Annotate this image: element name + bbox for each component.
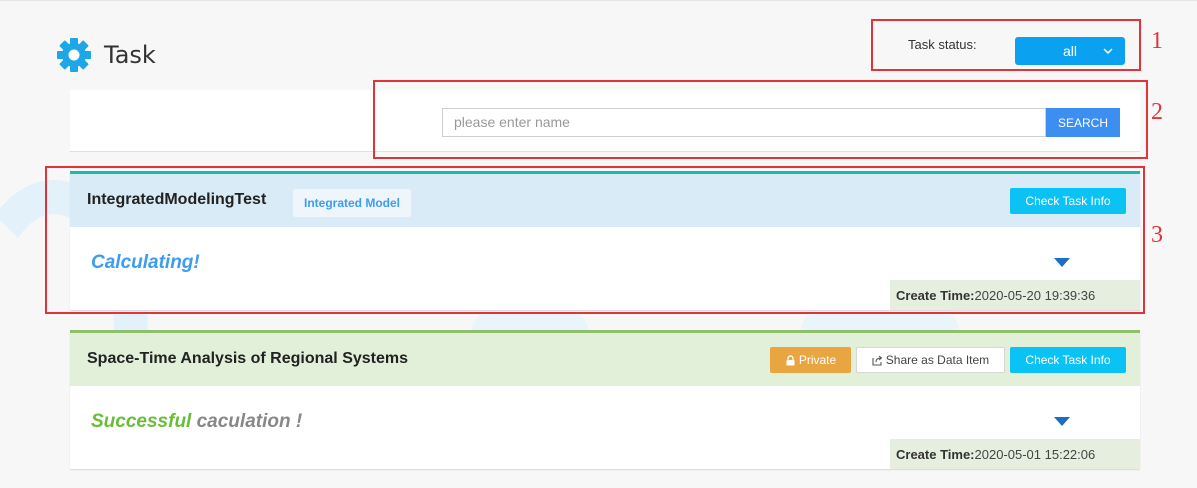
private-label: Private [798,353,837,367]
task-state-text: Successful caculation ! [91,411,302,433]
share-as-data-item-button[interactable]: Share as Data Item [856,347,1005,373]
task-card-header: Space-Time Analysis of Regional Systems … [70,330,1140,386]
annotation-number: 3 [1151,222,1163,248]
task-name: Space-Time Analysis of Regional Systems [87,350,409,367]
annotation-box [45,166,1145,314]
caret-down-icon[interactable] [1054,417,1070,427]
page-header: Task [56,37,156,73]
check-task-info-button[interactable]: Check Task Info [1010,347,1126,373]
state-rest: caculation ! [191,411,303,432]
task-card: Space-Time Analysis of Regional Systems … [70,330,1140,469]
annotation-box [871,19,1141,71]
create-time-value: 2020-05-01 15:22:06 [974,446,1096,462]
annotation-number: 1 [1151,28,1163,54]
lock-icon [786,354,795,365]
create-time: Create Time: 2020-05-01 15:22:06 [890,439,1140,469]
create-time-label: Create Time: [896,446,975,462]
top-divider [0,0,1197,1]
share-icon [872,355,883,366]
page-title: Task [104,41,156,69]
private-button[interactable]: Private [770,347,851,373]
state-success: Successful [91,411,192,432]
annotation-number: 2 [1151,99,1163,125]
annotation-box [373,80,1148,159]
gear-icon [57,38,91,72]
share-label: Share as Data Item [885,353,990,367]
